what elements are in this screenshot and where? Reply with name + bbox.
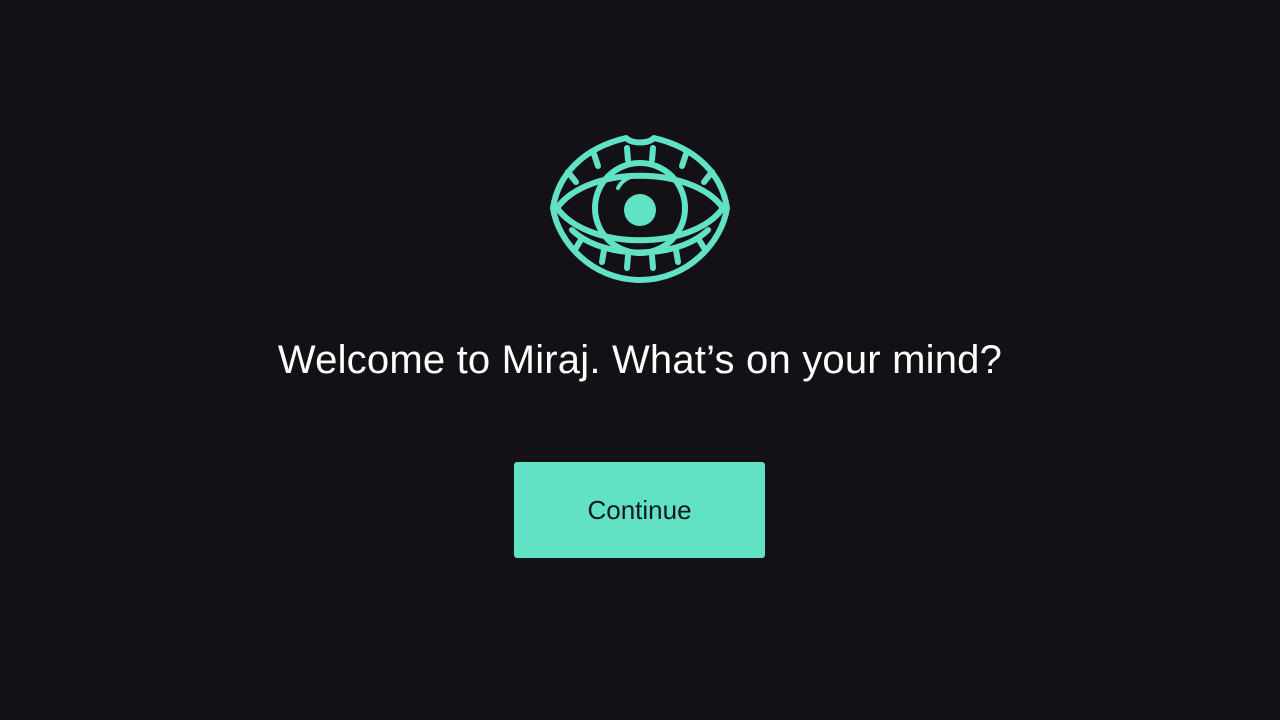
logo [548,130,732,286]
continue-button[interactable]: Continue [514,462,765,558]
eye-lips-icon [550,135,730,283]
welcome-screen: Welcome to Miraj. What’s on your mind? C… [0,0,1280,720]
welcome-heading: Welcome to Miraj. What’s on your mind? [277,338,1003,382]
